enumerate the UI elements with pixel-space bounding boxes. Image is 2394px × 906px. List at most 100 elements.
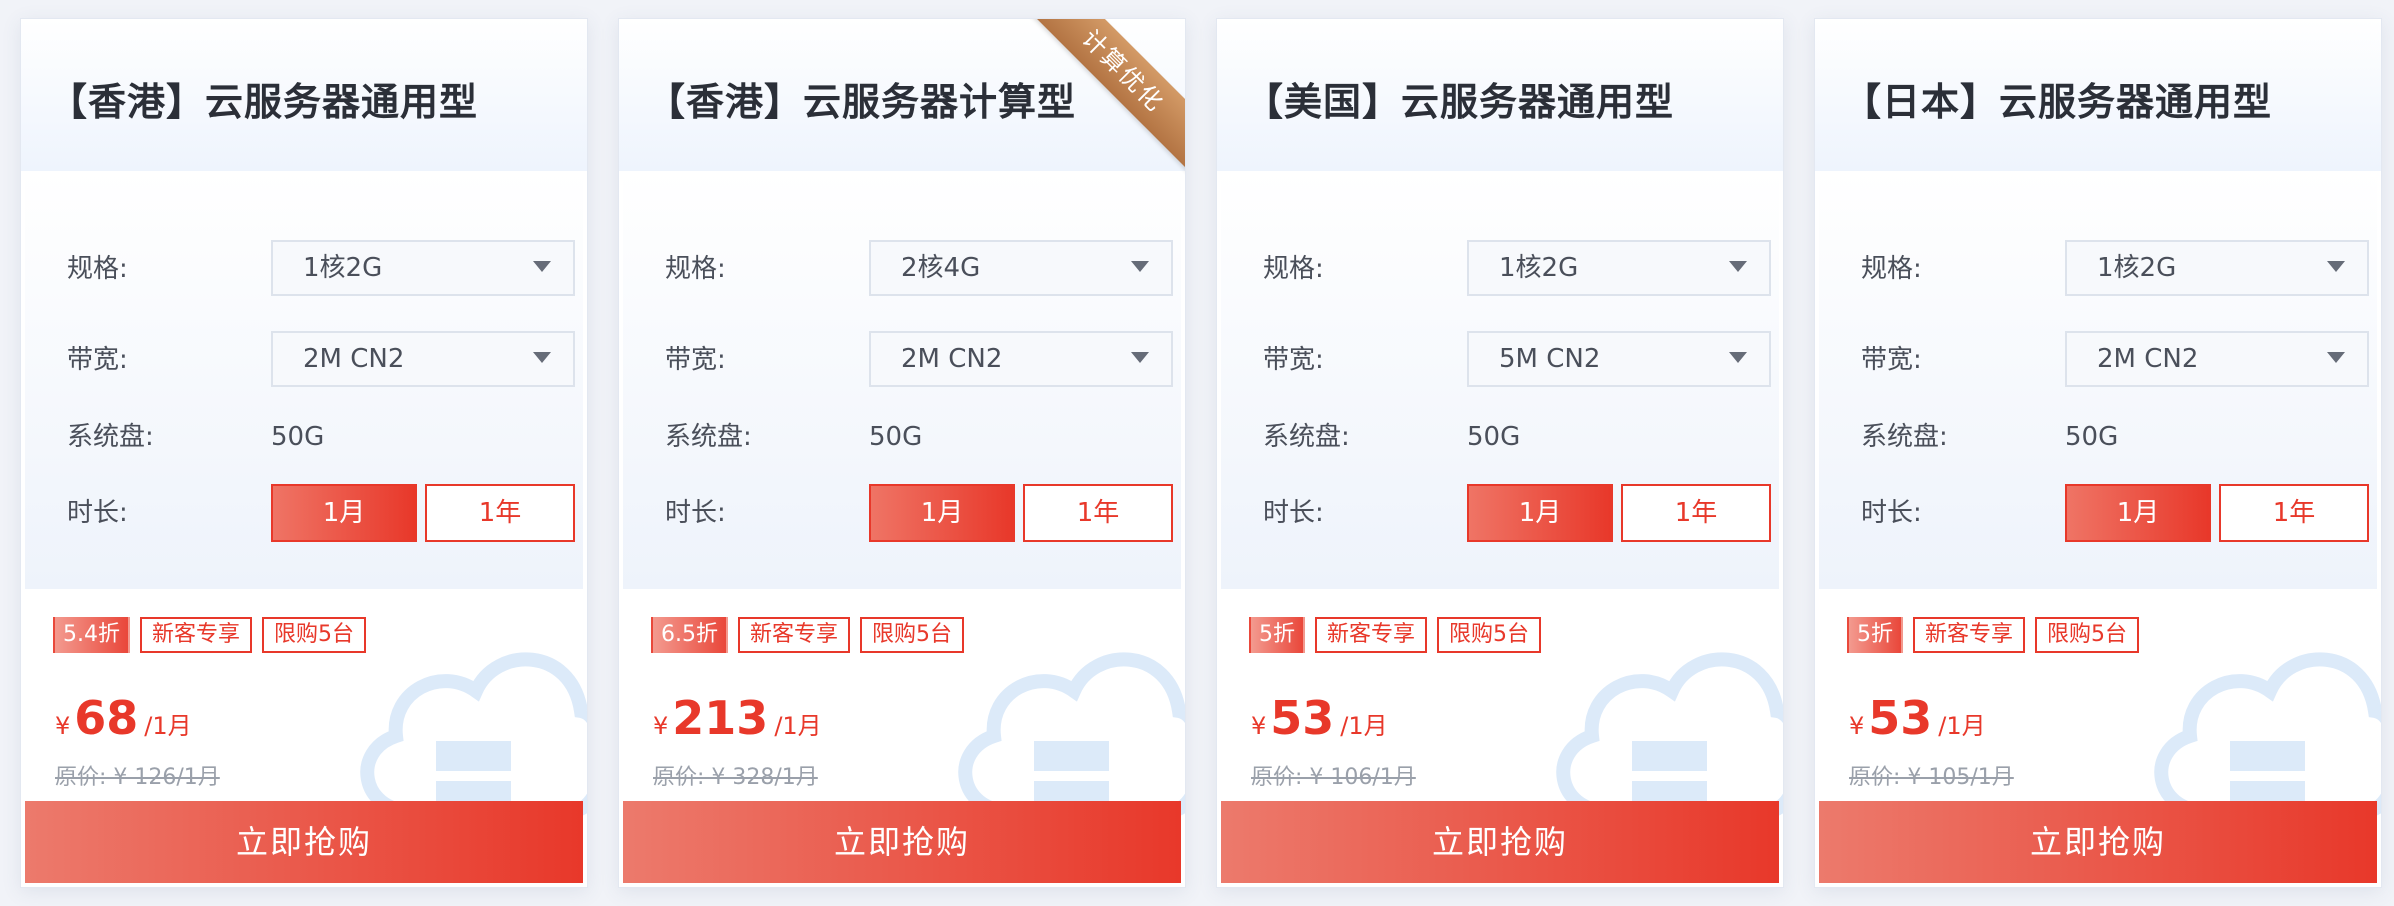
card-title: 【香港】云服务器通用型 [49,80,479,124]
bandwidth-row: 带宽: 2M CN2 [1861,331,2369,389]
bandwidth-select[interactable]: 5M CN2 [1467,331,1771,387]
cloud-icon [360,652,587,818]
disk-value: 50G [869,422,923,452]
duration-label: 时长: [665,498,726,528]
product-card: 【日本】云服务器通用型 规格: 1核2G 带宽: 2M CN2 系统盘: 50G [1814,18,2382,888]
duration-row: 时长: 1月 1年 [1263,484,1771,542]
product-cards: 【香港】云服务器通用型 规格: 1核2G 带宽: 2M CN2 系统盘: 50G [0,0,2394,906]
original-price: 原价: ¥ 105/1月 [1849,765,2014,790]
discount-badge: 5折 [1847,617,1903,653]
limit-badge: 限购5台 [860,617,965,653]
chevron-down-icon [533,352,551,363]
buy-now-button[interactable]: 立即抢购 [623,801,1181,883]
spec-select[interactable]: 1核2G [271,240,575,296]
new-customer-badge: 新客专享 [140,617,253,653]
duration-month-button[interactable]: 1月 [271,484,417,542]
spec-value: 1核2G [1499,253,1579,283]
promo-tags: 5折 新客专享 限购5台 [1249,617,1551,653]
disk-label: 系统盘: [1861,422,1948,452]
bandwidth-value: 5M CN2 [1499,344,1601,374]
bandwidth-label: 带宽: [1861,345,1922,375]
duration-month-button[interactable]: 1月 [2065,484,2211,542]
bandwidth-row: 带宽: 5M CN2 [1263,331,1771,389]
card-header: 【香港】云服务器通用型 [21,19,587,171]
buy-now-button[interactable]: 立即抢购 [1221,801,1779,883]
bandwidth-label: 带宽: [67,345,128,375]
product-card: 【香港】云服务器通用型 规格: 1核2G 带宽: 2M CN2 系统盘: 50G [20,18,588,888]
card-title: 【美国】云服务器通用型 [1245,80,1675,124]
spec-panel: 规格: 1核2G 带宽: 5M CN2 系统盘: 50G 时长: 1月 1年 [1221,171,1779,589]
spec-panel: 规格: 1核2G 带宽: 2M CN2 系统盘: 50G 时长: 1月 1年 [1819,171,2377,589]
new-customer-badge: 新客专享 [1315,617,1428,653]
price: ¥213/1月 [653,691,822,745]
chevron-down-icon [1131,352,1149,363]
card-title: 【香港】云服务器计算型 [647,80,1077,124]
currency-symbol: ¥ [1849,712,1865,740]
limit-badge: 限购5台 [262,617,367,653]
duration-year-button[interactable]: 1年 [425,484,575,542]
limit-badge: 限购5台 [2035,617,2140,653]
card-title: 【日本】云服务器通用型 [1843,80,2273,124]
price-unit: /1月 [774,712,822,740]
price-amount: 68 [74,691,139,745]
original-price: 原价: ¥ 126/1月 [55,765,220,790]
duration-label: 时长: [1263,498,1324,528]
bandwidth-select[interactable]: 2M CN2 [271,331,575,387]
cloud-icon [2154,652,2381,818]
bandwidth-value: 2M CN2 [2097,344,2199,374]
currency-symbol: ¥ [1251,712,1267,740]
buy-now-button[interactable]: 立即抢购 [25,801,583,883]
spec-row: 规格: 1核2G [1861,240,2369,298]
currency-symbol: ¥ [55,712,71,740]
bandwidth-select[interactable]: 2M CN2 [2065,331,2369,387]
chevron-down-icon [533,261,551,272]
duration-month-button[interactable]: 1月 [1467,484,1613,542]
duration-year-button[interactable]: 1年 [1621,484,1771,542]
bandwidth-label: 带宽: [1263,345,1324,375]
buy-now-button[interactable]: 立即抢购 [1819,801,2377,883]
spec-label: 规格: [665,254,726,284]
disk-row: 系统盘: 50G [1263,408,1763,466]
price-unit: /1月 [1938,712,1986,740]
spec-select[interactable]: 2核4G [869,240,1173,296]
spec-row: 规格: 2核4G [665,240,1173,298]
duration-label: 时长: [67,498,128,528]
spec-value: 2核4G [901,253,981,283]
card-header: 【美国】云服务器通用型 [1217,19,1783,171]
discount-badge: 6.5折 [651,617,728,653]
chevron-down-icon [1729,352,1747,363]
spec-label: 规格: [67,254,128,284]
discount-badge: 5.4折 [53,617,130,653]
spec-value: 1核2G [303,253,383,283]
promo-tags: 6.5折 新客专享 限购5台 [651,617,974,653]
disk-label: 系统盘: [665,422,752,452]
spec-select[interactable]: 1核2G [1467,240,1771,296]
duration-row: 时长: 1月 1年 [665,484,1173,542]
price-amount: 213 [672,691,769,745]
limit-badge: 限购5台 [1437,617,1542,653]
price-amount: 53 [1868,691,1933,745]
chevron-down-icon [2327,352,2345,363]
disk-value: 50G [2065,422,2119,452]
promo-tags: 5.4折 新客专享 限购5台 [53,617,376,653]
duration-month-button[interactable]: 1月 [869,484,1015,542]
spec-select[interactable]: 1核2G [2065,240,2369,296]
spec-label: 规格: [1861,254,1922,284]
chevron-down-icon [1729,261,1747,272]
spec-row: 规格: 1核2G [67,240,575,298]
original-price: 原价: ¥ 328/1月 [653,765,818,790]
bandwidth-value: 2M CN2 [901,344,1003,374]
price: ¥53/1月 [1251,691,1388,745]
disk-label: 系统盘: [67,422,154,452]
discount-badge: 5折 [1249,617,1305,653]
duration-year-button[interactable]: 1年 [1023,484,1173,542]
bandwidth-row: 带宽: 2M CN2 [665,331,1173,389]
spec-panel: 规格: 2核4G 带宽: 2M CN2 系统盘: 50G 时长: 1月 1年 [623,171,1181,589]
disk-label: 系统盘: [1263,422,1350,452]
duration-year-button[interactable]: 1年 [2219,484,2369,542]
chevron-down-icon [2327,261,2345,272]
duration-label: 时长: [1861,498,1922,528]
price: ¥53/1月 [1849,691,1986,745]
product-card: 【香港】云服务器计算型 计算优化 规格: 2核4G 带宽: 2M CN2 系统盘… [618,18,1186,888]
bandwidth-select[interactable]: 2M CN2 [869,331,1173,387]
